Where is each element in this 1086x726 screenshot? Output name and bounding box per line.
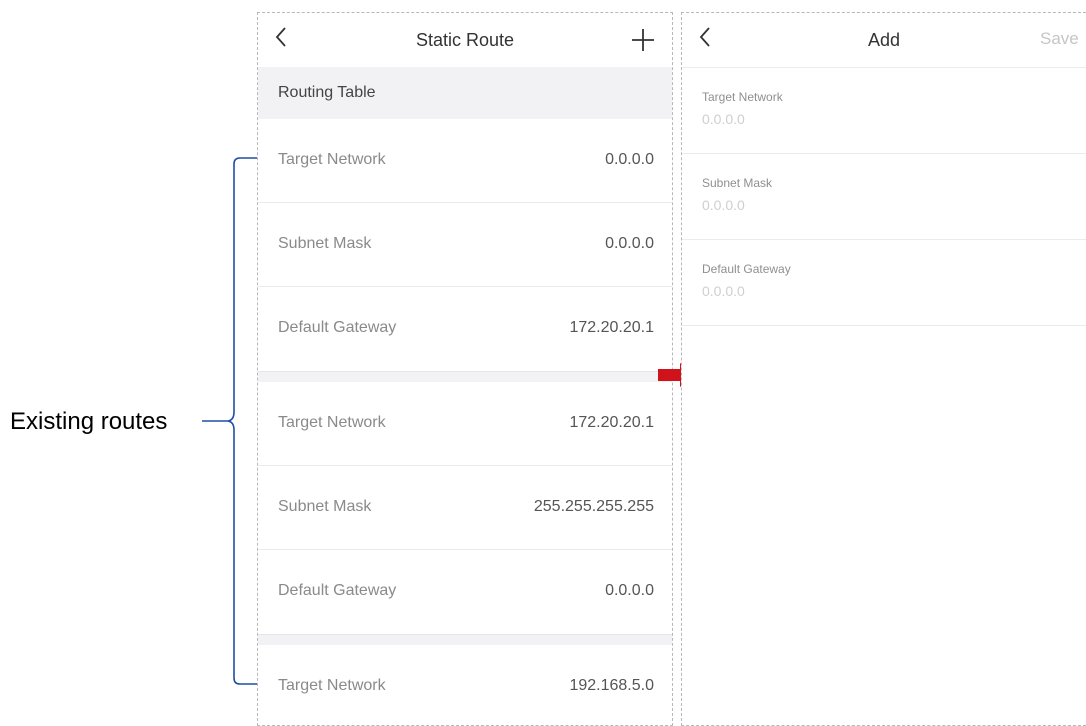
target-network-field-label: Target Network [702,90,783,104]
subnet-mask-label: Subnet Mask [278,498,372,515]
add-nav-bar: Add Save [682,13,1086,68]
routing-table-header: Routing Table [258,67,672,119]
subnet-mask-value: 0.0.0.0 [605,235,654,252]
save-button[interactable]: Save [1040,29,1079,49]
route-separator [258,371,672,382]
route-separator [258,634,672,645]
add-route-screen: Add Save Target Network 0.0.0.0 Subnet M… [681,12,1086,726]
route-row-target-network: Target Network 172.20.20.1 [258,382,672,466]
default-gateway-label: Default Gateway [278,582,397,599]
route-row-default-gateway: Default Gateway 0.0.0.0 [258,550,672,634]
default-gateway-input[interactable]: 0.0.0.0 [702,283,745,299]
route-row-subnet-mask: Subnet Mask 255.255.255.255 [258,466,672,550]
target-network-value: 172.20.20.1 [569,414,654,431]
target-network-label: Target Network [278,151,386,168]
target-network-input[interactable]: 0.0.0.0 [702,111,745,127]
default-gateway-field[interactable]: Default Gateway 0.0.0.0 [682,240,1086,326]
target-network-value: 0.0.0.0 [605,151,654,168]
add-route-icon[interactable] [630,27,656,58]
default-gateway-value: 172.20.20.1 [569,319,654,336]
route-row-target-network: Target Network 0.0.0.0 [258,119,672,203]
default-gateway-label: Default Gateway [278,319,397,336]
static-route-screen: Static Route Routing Table Target Networ… [257,12,673,726]
subnet-mask-input[interactable]: 0.0.0.0 [702,197,745,213]
route-row-target-network: Target Network 192.168.5.0 [258,645,672,725]
target-network-value: 192.168.5.0 [569,677,654,694]
subnet-mask-field-label: Subnet Mask [702,176,773,190]
default-gateway-value: 0.0.0.0 [605,582,654,599]
route-row-default-gateway: Default Gateway 172.20.20.1 [258,287,672,371]
static-route-nav-bar: Static Route [258,13,672,67]
subnet-mask-field[interactable]: Subnet Mask 0.0.0.0 [682,154,1086,240]
page-title: Add [867,30,901,50]
target-network-label: Target Network [278,677,386,694]
route-row-subnet-mask: Subnet Mask 0.0.0.0 [258,203,672,287]
routes-bracket [202,157,266,685]
default-gateway-field-label: Default Gateway [702,262,791,276]
subnet-mask-value: 255.255.255.255 [533,498,654,515]
page-title: Static Route [415,30,515,50]
target-network-field[interactable]: Target Network 0.0.0.0 [682,68,1086,154]
subnet-mask-label: Subnet Mask [278,235,372,252]
target-network-label: Target Network [278,414,386,431]
